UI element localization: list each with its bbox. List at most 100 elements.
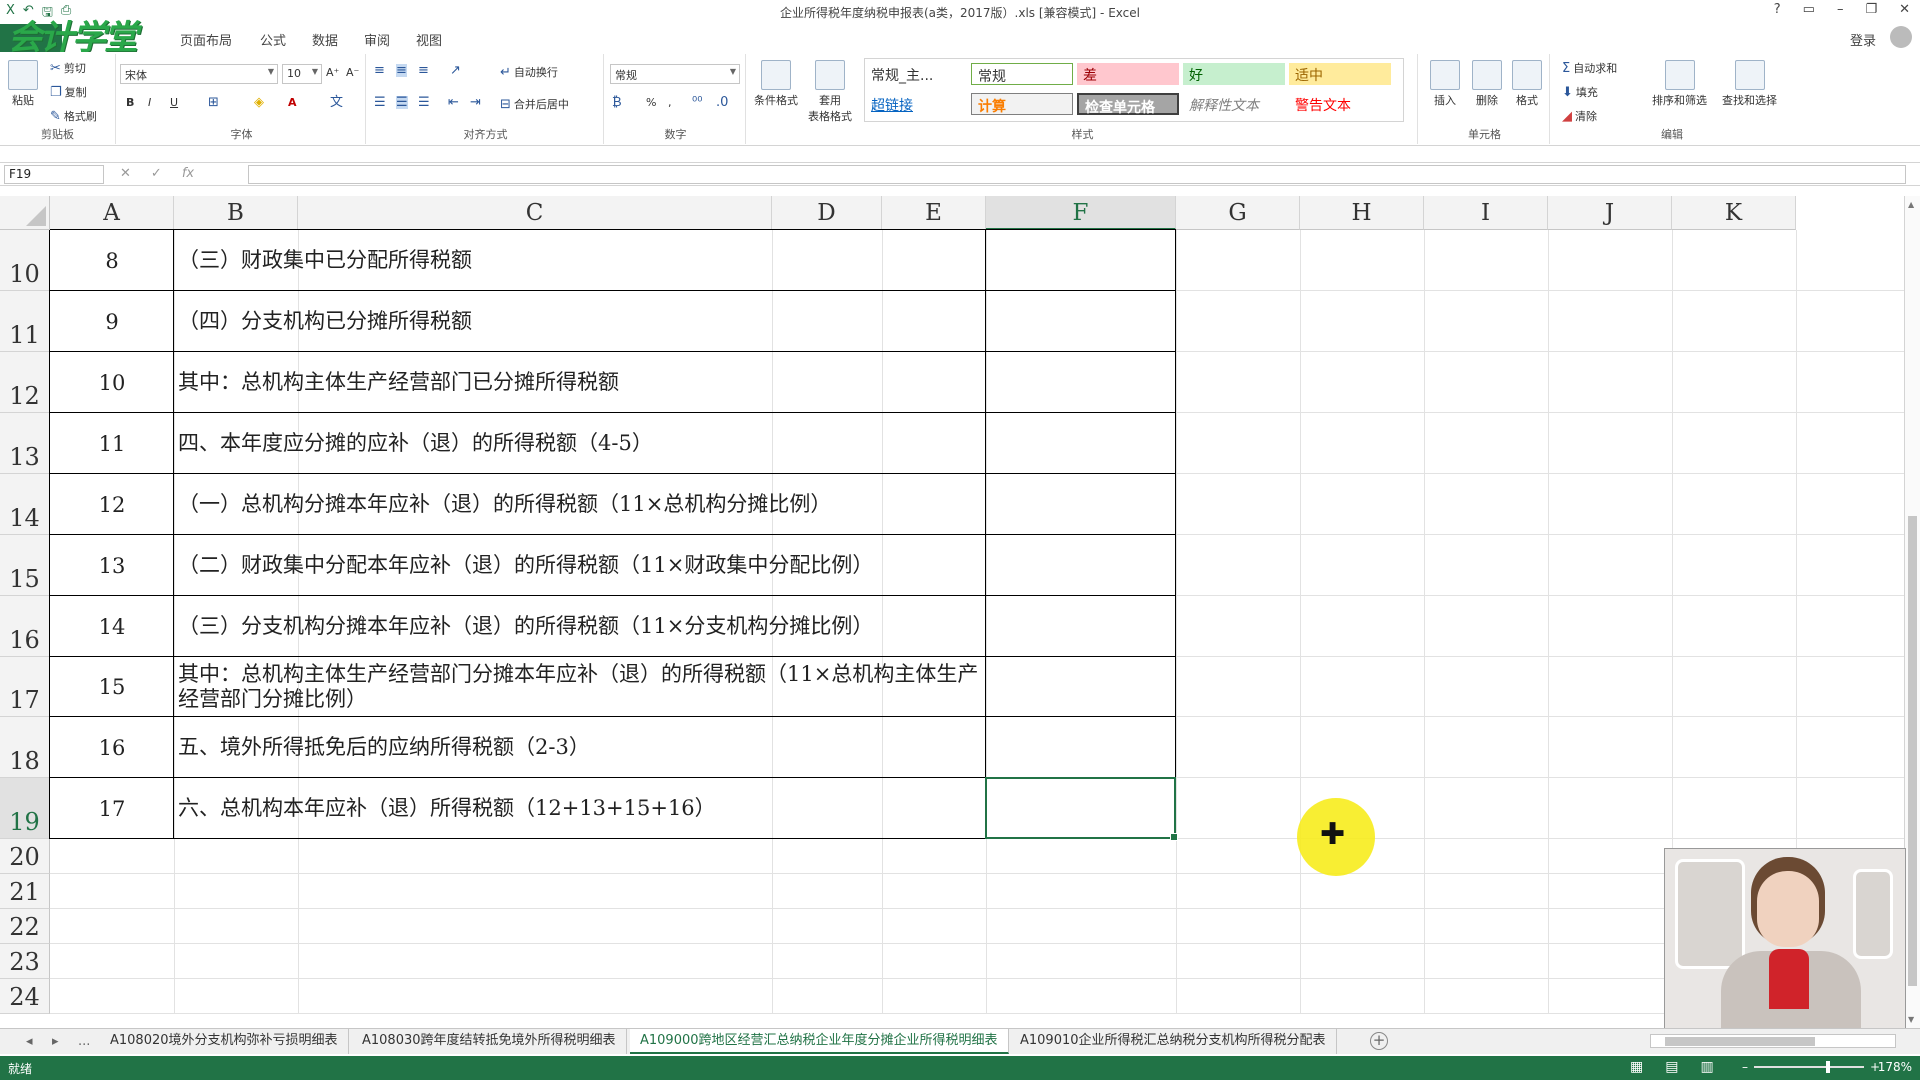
- ribbon-display-icon[interactable]: ▭: [1803, 2, 1815, 17]
- vertical-scrollbar[interactable]: ▲ ▼: [1904, 196, 1920, 1028]
- insert-function-icon[interactable]: fx: [182, 166, 194, 181]
- row-header-17[interactable]: 17: [0, 657, 50, 717]
- decrease-decimal-button[interactable]: .0: [716, 96, 728, 109]
- horizontal-scroll-thumb[interactable]: [1665, 1037, 1815, 1046]
- worksheet-grid[interactable]: ABCDEFGHIJK 10 11 12 13 14 15 16 17 18 19 20 21 22 23…: [0, 196, 1904, 1014]
- cell-line-number[interactable]: 12: [50, 474, 174, 535]
- bold-button[interactable]: B: [126, 96, 134, 109]
- cell-line-number[interactable]: 16: [50, 717, 174, 778]
- cell-amount[interactable]: [986, 535, 1176, 596]
- grow-font-button[interactable]: A⁺: [326, 66, 339, 79]
- tab-formulas[interactable]: 公式: [260, 30, 286, 49]
- sort-filter-button[interactable]: 排序和筛选: [1652, 60, 1707, 108]
- style-normal[interactable]: 常规: [971, 63, 1073, 85]
- cell-amount[interactable]: [986, 657, 1176, 717]
- column-header-a[interactable]: A: [50, 196, 174, 230]
- scroll-up-icon[interactable]: ▲: [1908, 200, 1914, 209]
- scroll-down-icon[interactable]: ▼: [1908, 1015, 1914, 1024]
- style-warning[interactable]: 警告文本: [1289, 93, 1391, 115]
- cell-item-description[interactable]: 其中：总机构主体生产经营部门已分摊所得税额: [174, 352, 984, 413]
- more-sheets-button[interactable]: ...: [78, 1034, 90, 1049]
- font-size-combo[interactable]: 10 ▼: [282, 64, 322, 84]
- phonetic-button[interactable]: 文: [330, 96, 343, 109]
- row-header-20[interactable]: 20: [0, 839, 50, 874]
- column-header-b[interactable]: B: [174, 196, 298, 230]
- minimize-icon[interactable]: –: [1837, 2, 1844, 17]
- login-link[interactable]: 登录: [1850, 30, 1876, 49]
- sheet-tab[interactable]: A108020境外分支机构弥补亏损明细表: [100, 1029, 349, 1054]
- prev-sheet-icon[interactable]: ◂: [26, 1034, 33, 1049]
- copy-button[interactable]: ❐ 复制: [50, 84, 87, 100]
- row-header-15[interactable]: 15: [0, 535, 50, 596]
- autosum-button[interactable]: Σ 自动求和: [1562, 60, 1617, 76]
- restore-icon[interactable]: ❐: [1865, 2, 1877, 17]
- row-header-22[interactable]: 22: [0, 909, 50, 944]
- page-break-view-icon[interactable]: ▥: [1700, 1059, 1713, 1075]
- horizontal-scrollbar[interactable]: [1650, 1034, 1896, 1048]
- next-sheet-icon[interactable]: ▸: [52, 1034, 59, 1049]
- fill-color-button[interactable]: ◈: [254, 96, 264, 109]
- column-header-i[interactable]: I: [1424, 196, 1548, 230]
- cell-line-number[interactable]: 11: [50, 413, 174, 474]
- underline-button[interactable]: U: [170, 96, 178, 109]
- style-explanatory[interactable]: 解释性文本: [1183, 93, 1285, 115]
- selected-cell[interactable]: [985, 777, 1178, 841]
- row-header-16[interactable]: 16: [0, 596, 50, 657]
- align-left-button[interactable]: ☰: [374, 96, 386, 109]
- delete-cells-button[interactable]: 删除: [1472, 60, 1502, 108]
- row-header-11[interactable]: 11: [0, 291, 50, 352]
- conditional-format-button[interactable]: 条件格式: [752, 60, 800, 108]
- cell-item-description[interactable]: （四）分支机构已分摊所得税额: [174, 291, 984, 352]
- decrease-indent-button[interactable]: ⇤: [448, 96, 459, 109]
- merge-center-button[interactable]: ⊟ 合并后居中: [500, 96, 569, 112]
- align-bottom-button[interactable]: ≡: [418, 64, 429, 77]
- cancel-icon[interactable]: ✕: [120, 166, 131, 181]
- cell-line-number[interactable]: 15: [50, 657, 174, 717]
- row-header-19[interactable]: 19: [0, 778, 50, 839]
- sheet-tab[interactable]: A108030跨年度结转抵免境外所得税明细表: [352, 1029, 627, 1054]
- add-sheet-button[interactable]: +: [1370, 1032, 1388, 1050]
- zoom-slider[interactable]: – +: [1742, 1060, 1880, 1074]
- fill-button[interactable]: ⬇ 填充: [1562, 84, 1598, 100]
- formula-input[interactable]: [248, 165, 1906, 184]
- cell-item-description[interactable]: 五、境外所得抵免后的应纳所得税额（2-3）: [174, 717, 984, 778]
- vertical-scroll-thumb[interactable]: [1908, 516, 1917, 986]
- zoom-level[interactable]: 178%: [1878, 1060, 1912, 1074]
- column-header-d[interactable]: D: [772, 196, 882, 230]
- cell-item-description[interactable]: 六、总机构本年应补（退）所得税额（12+13+15+16）: [174, 778, 984, 839]
- italic-button[interactable]: I: [148, 96, 151, 109]
- wrap-text-button[interactable]: ↵ 自动换行: [500, 64, 558, 80]
- cut-button[interactable]: ✂ 剪切: [50, 60, 86, 76]
- column-header-k[interactable]: K: [1672, 196, 1796, 230]
- sheet-tab-active[interactable]: A109000跨地区经营汇总纳税企业年度分摊企业所得税明细表: [630, 1029, 1009, 1054]
- format-cells-button[interactable]: 格式: [1512, 60, 1542, 108]
- tab-data[interactable]: 数据: [312, 30, 338, 49]
- cell-item-description[interactable]: （三）分支机构分摊本年应补（退）的所得税额（11×分支机构分摊比例）: [174, 596, 984, 657]
- cell-line-number[interactable]: 8: [50, 230, 174, 291]
- number-format-combo[interactable]: 常规 ▼: [610, 64, 740, 84]
- normal-view-icon[interactable]: ▦: [1630, 1059, 1643, 1075]
- row-header-14[interactable]: 14: [0, 474, 50, 535]
- row-header-21[interactable]: 21: [0, 874, 50, 909]
- column-header-h[interactable]: H: [1300, 196, 1424, 230]
- increase-decimal-button[interactable]: ⁰⁰: [692, 96, 702, 109]
- zoom-track[interactable]: [1754, 1061, 1864, 1073]
- find-select-button[interactable]: 查找和选择: [1722, 60, 1777, 108]
- style-check-cell[interactable]: 检查单元格: [1077, 93, 1179, 116]
- zoom-knob[interactable]: [1826, 1061, 1830, 1073]
- increase-indent-button[interactable]: ⇥: [470, 96, 481, 109]
- paste-button[interactable]: 粘贴: [8, 60, 38, 108]
- clear-button[interactable]: ◢ 清除: [1562, 108, 1597, 124]
- cell-item-description[interactable]: （三）财政集中已分配所得税额: [174, 230, 984, 291]
- enter-icon[interactable]: ✓: [151, 166, 162, 181]
- column-header-c[interactable]: C: [298, 196, 772, 230]
- border-button[interactable]: ⊞: [208, 96, 219, 109]
- zoom-out-button[interactable]: –: [1742, 1060, 1748, 1074]
- currency-button[interactable]: ₿: [612, 96, 622, 109]
- cell-item-description[interactable]: （一）总机构分摊本年应补（退）的所得税额（11×总机构分摊比例）: [174, 474, 984, 535]
- column-header-e[interactable]: E: [882, 196, 986, 230]
- align-center-button[interactable]: ☰: [396, 96, 408, 109]
- cell-line-number[interactable]: 14: [50, 596, 174, 657]
- row-header-18[interactable]: 18: [0, 717, 50, 778]
- close-icon[interactable]: ✕: [1899, 2, 1910, 17]
